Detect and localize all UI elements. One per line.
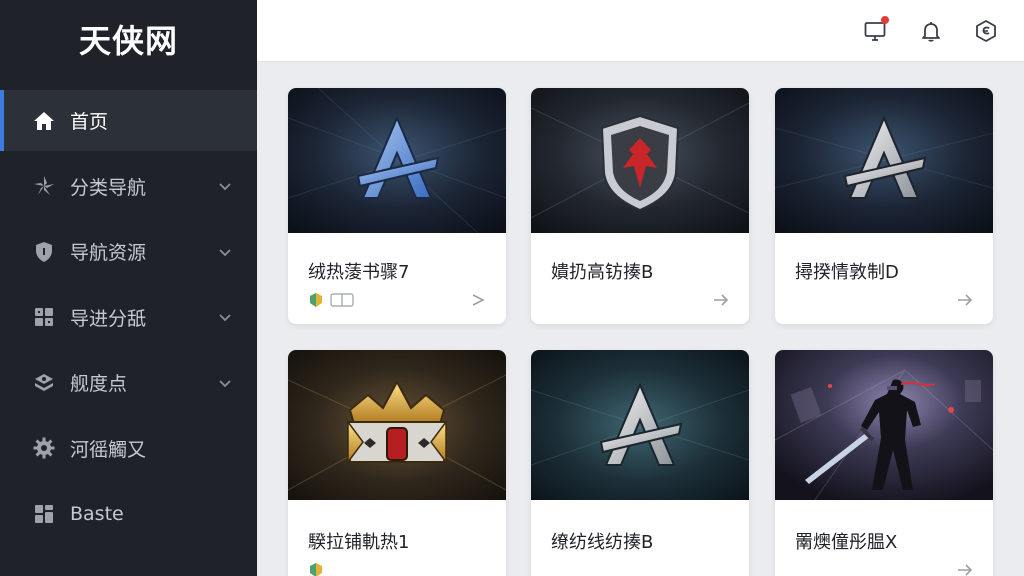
badge-icon [310,563,322,576]
sidebar-nav: 首页 分类导航 导航资源 导进分舐 舰度点 河徭觸又 Baste [0,90,257,544]
sidebar-item-label: 导航资源 [70,242,147,264]
sidebar-item-guide[interactable]: 导进分舐 [0,287,257,348]
sidebar-item-settings[interactable]: 河徭觸又 [0,418,257,479]
gear-icon [32,436,56,460]
hexagon-settings-icon[interactable] [973,18,999,44]
content-card[interactable]: 罱燠僮彤腽X [775,350,993,576]
badge-icon [310,293,322,307]
arrow-right-icon[interactable] [957,562,973,576]
sidebar-item-hotspots[interactable]: 舰度点 [0,352,257,413]
notification-dot [881,16,889,24]
card-title: 绒热蔆书骤7 [308,262,410,283]
card-meta [308,292,354,308]
sidebar-item-baste[interactable]: Baste [0,483,257,544]
sidebar-item-label: 首页 [70,111,109,133]
category-icon [32,174,56,198]
card-thumbnail-silver-emblem [775,88,993,233]
content-card[interactable]: 嬇扔高钫揍B [531,88,749,324]
sidebar-item-category-nav[interactable]: 分类导航 [0,156,257,217]
content-card[interactable]: 绒热蔆书骤7 [288,88,506,324]
sidebar-item-label: Baste [70,502,124,525]
sidebar-item-nav-resources[interactable]: 导航资源 [0,221,257,282]
shield-icon [32,240,56,264]
arrow-right-icon[interactable] [957,292,973,308]
arrow-right-icon[interactable] [470,292,486,308]
arrow-right-icon[interactable] [713,292,729,308]
card-meta [308,562,324,576]
sidebar: 天侠网 首页 分类导航 导航资源 导进分舐 舰度点 河徭觸又 Baste [0,0,257,576]
content-card[interactable]: 撏揆情敦制D [775,88,993,324]
card-thumbnail-ninja-warrior [775,350,993,500]
chevron-down-icon [219,183,231,191]
sidebar-item-home[interactable]: 首页 [0,90,257,151]
home-icon [32,109,56,133]
top-bar [257,0,1024,62]
card-title: 撏揆情敦制D [795,262,899,283]
card-title: 罱燠僮彤腽X [795,532,898,553]
sidebar-item-label: 分类导航 [70,176,147,199]
chevron-down-icon [219,248,231,256]
monitor-icon[interactable] [862,16,889,44]
chevron-down-icon [219,314,231,322]
content-card[interactable]: 缭纺线纺揍B [531,350,749,576]
sidebar-item-label: 河徭觸又 [70,438,147,461]
book-icon [330,293,354,307]
card-title: 嬇扔高钫揍B [551,262,654,283]
card-title: 騤拉铺軌热1 [308,532,410,553]
sidebar-item-label: 导进分舐 [70,307,147,330]
chevron-down-icon [219,379,231,387]
grid-icon [32,305,56,329]
content-card[interactable]: 騤拉铺軌热1 [288,350,506,576]
card-thumbnail-golden-crown [288,350,506,500]
apps-icon [32,502,56,526]
app-logo-title[interactable]: 天侠网 [0,0,257,78]
sidebar-item-label: 舰度点 [70,373,128,395]
layers-icon [32,371,56,395]
bell-icon[interactable] [918,18,944,44]
card-thumbnail-red-shield [531,88,749,233]
card-thumbnail-teal-emblem [531,350,749,500]
card-title: 缭纺线纺揍B [551,532,654,553]
card-thumbnail-blue-emblem [288,88,506,233]
